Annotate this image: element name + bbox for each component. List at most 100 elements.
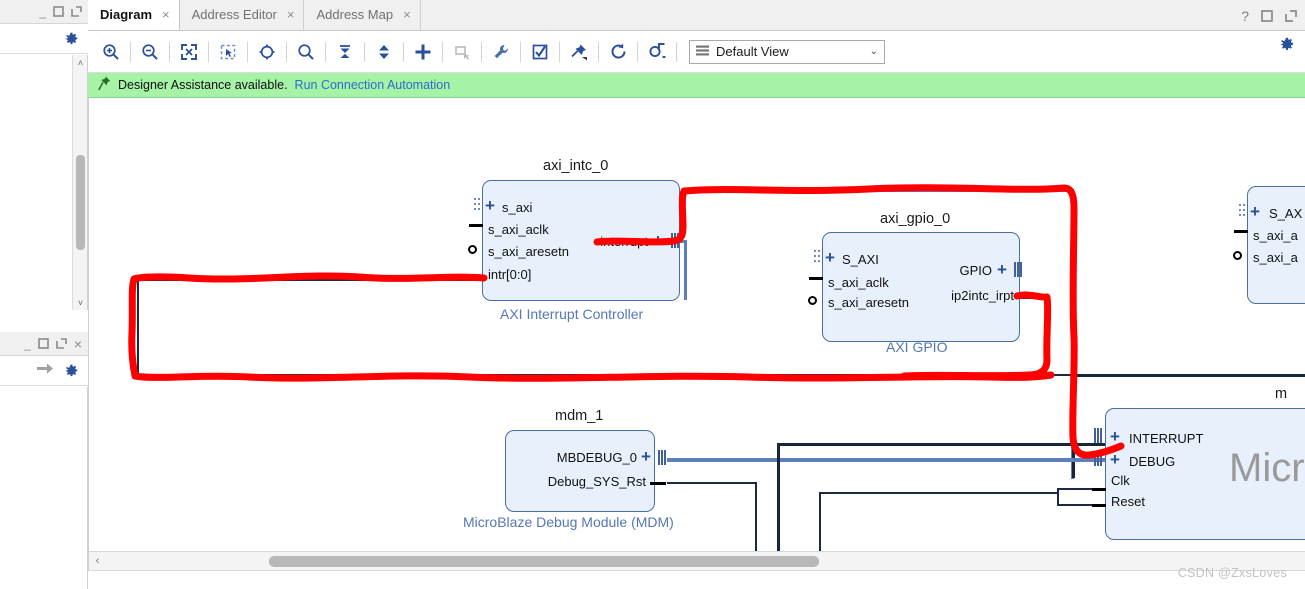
add-ip-icon[interactable]	[408, 37, 438, 67]
block-mdm-1[interactable]	[505, 430, 655, 512]
scroll-up-arrow-icon[interactable]: ˄	[73, 55, 88, 70]
add-module-icon[interactable]	[447, 37, 477, 67]
port-ip2intc-irpt[interactable]: ip2intc_irpt	[899, 288, 1014, 303]
left-upper-float-icon[interactable]	[71, 6, 82, 17]
port-intr[interactable]: intr[0:0]	[488, 267, 531, 282]
zoom-fit-icon[interactable]	[174, 37, 204, 67]
view-select-dropdown[interactable]: Default View ⌄	[689, 39, 885, 64]
forward-arrow-icon[interactable]	[37, 362, 54, 380]
s-axi-expand-icon[interactable]: +	[485, 197, 495, 214]
gpio-aclk-pin-icon[interactable]	[809, 277, 823, 280]
left-upper-panel-body: ˄ ˅	[0, 55, 88, 310]
intr-pin-icon[interactable]	[469, 277, 483, 279]
gpio-saxi-expand-icon[interactable]: +	[825, 249, 835, 266]
validate-design-icon[interactable]	[525, 37, 555, 67]
mb-clk-pin-icon[interactable]	[1092, 488, 1106, 491]
port-gpio-s-axi[interactable]: S_AXI	[842, 252, 879, 267]
interrupt-bus-pin-icon[interactable]	[671, 233, 679, 248]
scroll-thumb[interactable]	[76, 155, 85, 250]
scroll-left-arrow-icon[interactable]: ‹	[89, 552, 106, 570]
horizontal-scrollbar[interactable]: ‹	[88, 551, 1305, 570]
port-mbdebug-0[interactable]: MBDEBUG_0	[527, 450, 637, 465]
s-axi-aresetn-pin-icon[interactable]	[468, 245, 477, 254]
port-gpio-s-axi-aresetn[interactable]: s_axi_aresetn	[828, 295, 909, 310]
toolbar-settings-gear-icon[interactable]	[1279, 37, 1295, 58]
port-s-axi-aresetn[interactable]: s_axi_aresetn	[488, 244, 569, 259]
port-mb-reset[interactable]: Reset	[1111, 494, 1145, 509]
s-axi-bus-pin-icon[interactable]	[474, 198, 481, 214]
zoom-out-icon[interactable]	[135, 37, 165, 67]
left-upper-gear-icon[interactable]	[64, 32, 78, 46]
horizontal-scroll-thumb[interactable]	[269, 556, 819, 567]
port-clipped-aresetn[interactable]: s_axi_a	[1253, 250, 1298, 265]
wire-intc-interrupt-vert	[684, 242, 687, 300]
clipped-bus-pin-icon[interactable]	[1239, 204, 1246, 220]
collapse-all-icon[interactable]	[330, 37, 360, 67]
left-lower-close-icon[interactable]: ×	[74, 337, 82, 351]
expand-all-icon[interactable]	[369, 37, 399, 67]
pin-icon[interactable]	[564, 37, 594, 67]
zoom-in-icon[interactable]	[96, 37, 126, 67]
designer-assistance-banner: Designer Assistance available. Run Conne…	[88, 73, 1305, 98]
port-gpio-s-axi-aclk[interactable]: s_axi_aclk	[828, 275, 889, 290]
gpio-saxi-bus-pin-icon[interactable]	[814, 250, 821, 266]
regenerate-layout-icon[interactable]	[603, 37, 633, 67]
zoom-area-icon[interactable]	[213, 37, 243, 67]
port-gpio-out[interactable]: GPIO	[934, 263, 992, 278]
port-s-axi[interactable]: s_axi	[502, 200, 532, 215]
mbdebug-bus-pin-icon[interactable]	[658, 450, 666, 465]
port-interrupt[interactable]: interrupt	[572, 234, 648, 249]
interrupt-expand-icon[interactable]: +	[653, 232, 663, 249]
tab-address-editor-close-icon[interactable]: ×	[287, 7, 295, 22]
port-s-axi-aclk[interactable]: s_axi_aclk	[488, 222, 549, 237]
panel-maximize-icon[interactable]	[1261, 9, 1273, 22]
toolbar-separator	[637, 41, 638, 62]
s-axi-aclk-pin-icon[interactable]	[469, 224, 483, 227]
fit-selection-icon[interactable]	[252, 37, 282, 67]
mb-reset-pin-icon[interactable]	[1092, 504, 1106, 507]
run-connection-automation-link[interactable]: Run Connection Automation	[295, 78, 451, 92]
debug-sys-rst-pin-icon[interactable]	[650, 482, 666, 485]
tab-address-editor[interactable]: Address Editor ×	[180, 0, 305, 30]
scroll-down-arrow-icon[interactable]: ˅	[73, 295, 88, 310]
clipped-expand-icon[interactable]: +	[1250, 203, 1260, 220]
left-lower-gear-icon[interactable]	[64, 364, 78, 378]
clipped-aclk-pin-icon[interactable]	[1234, 230, 1248, 233]
panel-float-icon[interactable]	[1285, 9, 1297, 22]
tab-diagram[interactable]: Diagram ×	[88, 0, 180, 30]
chevron-down-icon[interactable]: ⌄	[870, 46, 878, 57]
clipped-aresetn-pin-icon[interactable]	[1233, 251, 1242, 260]
diagram-canvas[interactable]: axi_intc_0 + s_axi s_axi_aclk s_axi_ares…	[88, 98, 1305, 551]
gpio-aresetn-pin-icon[interactable]	[808, 296, 817, 305]
port-clipped-aclk[interactable]: s_axi_a	[1253, 228, 1298, 243]
wire-sysrst-b	[755, 482, 757, 551]
interrupt-in-bus-pin-icon[interactable]	[1094, 428, 1102, 443]
wire-mdm-debug	[667, 458, 1107, 462]
tab-diagram-close-icon[interactable]: ×	[162, 7, 170, 22]
left-lower-minimize-icon[interactable]: _	[24, 338, 31, 350]
port-mb-clk[interactable]: Clk	[1111, 473, 1130, 488]
left-lower-float-icon[interactable]	[56, 338, 67, 349]
optimize-routing-icon[interactable]	[642, 37, 672, 67]
search-icon[interactable]	[291, 37, 321, 67]
left-lower-panel-titlebar: _ ×	[0, 332, 88, 356]
tab-diagram-label: Diagram	[100, 6, 153, 22]
port-clipped-s-axi[interactable]: S_AX	[1269, 206, 1302, 221]
port-debug-sys-rst[interactable]: Debug_SYS_Rst	[521, 474, 646, 489]
debug-in-bus-pin-icon[interactable]	[1094, 451, 1102, 466]
left-upper-minimize-icon[interactable]: _	[39, 6, 46, 18]
left-upper-vertical-scrollbar[interactable]: ˄ ˅	[72, 55, 87, 310]
port-mb-debug[interactable]: DEBUG	[1129, 454, 1175, 469]
tab-address-map[interactable]: Address Map ×	[304, 0, 421, 30]
mbdebug-expand-icon[interactable]: +	[641, 448, 651, 465]
tab-address-map-close-icon[interactable]: ×	[403, 7, 411, 22]
mb-debug-expand-icon[interactable]: +	[1110, 451, 1120, 468]
left-upper-maximize-icon[interactable]	[53, 6, 64, 17]
mb-interrupt-expand-icon[interactable]: +	[1110, 428, 1120, 445]
port-mb-interrupt[interactable]: INTERRUPT	[1129, 431, 1203, 446]
help-icon[interactable]: ?	[1241, 9, 1249, 23]
left-lower-maximize-icon[interactable]	[38, 338, 49, 349]
gpio-expand-icon[interactable]: +	[997, 261, 1007, 278]
settings-wrench-icon[interactable]	[486, 37, 516, 67]
gpio-bus-pin-icon[interactable]	[1014, 262, 1022, 277]
